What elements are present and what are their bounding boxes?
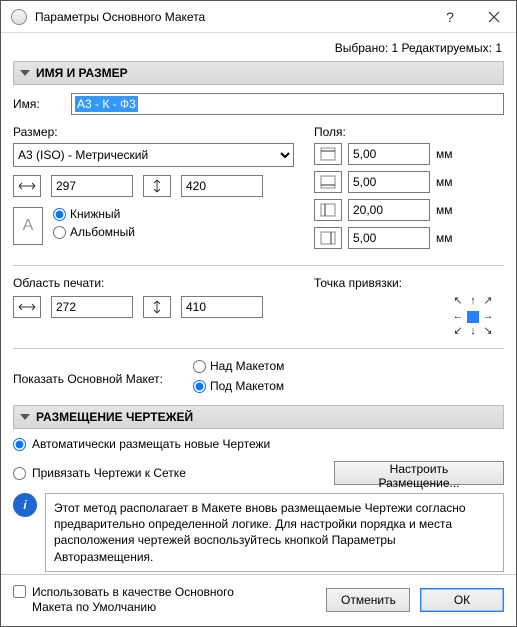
- app-icon: [11, 9, 27, 25]
- print-width-icon: [13, 296, 41, 318]
- print-height-input[interactable]: [181, 296, 263, 318]
- name-input[interactable]: А3 - К - Ф3: [71, 93, 504, 115]
- chevron-down-icon: [20, 70, 30, 76]
- close-icon: [484, 9, 504, 25]
- name-row: Имя: А3 - К - Ф3: [13, 93, 504, 115]
- page-orientation-icon: A: [13, 207, 43, 245]
- show-master-options: Над Макетом Под Макетом: [193, 359, 284, 399]
- selection-info: Выбрано: 1 Редактируемых: 1: [13, 39, 504, 61]
- print-width-input[interactable]: [51, 296, 133, 318]
- auto-place-row[interactable]: Автоматически размещать новые Чертежи: [13, 437, 504, 451]
- dialog-window: Параметры Основного Макета ? Выбрано: 1 …: [0, 0, 517, 627]
- width-icon: [13, 175, 41, 197]
- size-preset-select[interactable]: A3 (ISO) - Метрический: [13, 143, 294, 167]
- snap-row: Привязать Чертежи к Сетке Настроить Разм…: [13, 461, 504, 485]
- cancel-button[interactable]: Отменить: [326, 588, 410, 612]
- orientation-block: A Книжный Альбомный: [13, 207, 294, 245]
- section-title-name-size: ИМЯ И РАЗМЕР: [36, 66, 128, 80]
- configure-placement-button[interactable]: Настроить Размещение...: [334, 461, 504, 485]
- use-as-default-option[interactable]: Использовать в качестве Основного Макета…: [13, 585, 253, 616]
- help-button[interactable]: ?: [428, 1, 472, 33]
- dialog-footer: Использовать в качестве Основного Макета…: [1, 574, 516, 626]
- info-text: Этот метод располагает в Макете вновь ра…: [45, 493, 504, 572]
- margin-bottom-icon: [314, 171, 342, 193]
- margin-top-row: мм: [314, 143, 504, 165]
- margin-bottom-row: мм: [314, 171, 504, 193]
- margin-left-input[interactable]: [348, 199, 430, 221]
- divider: [13, 348, 504, 349]
- unit-mm: мм: [436, 231, 460, 245]
- dimension-row: [13, 175, 294, 197]
- close-button[interactable]: [472, 1, 516, 33]
- orientation-options: Книжный Альбомный: [53, 207, 135, 243]
- section-header-name-size[interactable]: ИМЯ И РАЗМЕР: [13, 61, 504, 85]
- margin-left-icon: [314, 199, 342, 221]
- height-icon: [143, 175, 171, 197]
- name-label: Имя:: [13, 97, 63, 111]
- divider: [13, 265, 504, 266]
- margin-top-input[interactable]: [348, 143, 430, 165]
- anchor-label: Точка привязки:: [314, 276, 504, 290]
- orientation-landscape[interactable]: Альбомный: [53, 225, 135, 239]
- section-header-placement[interactable]: РАЗМЕЩЕНИЕ ЧЕРТЕЖЕЙ: [13, 405, 504, 429]
- margins-label: Поля:: [314, 125, 504, 139]
- ok-button[interactable]: ОК: [420, 588, 504, 612]
- anchor-point-grid[interactable]: ↖↑↗ ←→ ↙↓↘: [452, 296, 494, 338]
- size-column: Размер: A3 (ISO) - Метрический A: [13, 125, 294, 255]
- margin-right-row: мм: [314, 227, 504, 249]
- portrait-radio[interactable]: [53, 208, 66, 221]
- size-margins-columns: Размер: A3 (ISO) - Метрический A: [13, 125, 504, 255]
- above-radio[interactable]: [193, 360, 206, 373]
- unit-mm: мм: [436, 175, 460, 189]
- show-master-label: Показать Основной Макет:: [13, 372, 163, 386]
- unit-mm: мм: [436, 203, 460, 217]
- print-area-label: Область печати:: [13, 276, 294, 290]
- snap-grid-option[interactable]: Привязать Чертежи к Сетке: [13, 466, 186, 480]
- margin-left-row: мм: [314, 199, 504, 221]
- auto-place-radio[interactable]: [13, 438, 26, 451]
- below-radio[interactable]: [193, 380, 206, 393]
- width-input[interactable]: [51, 175, 133, 197]
- info-icon: i: [13, 493, 37, 517]
- placement-block: Автоматически размещать новые Чертежи Пр…: [13, 437, 504, 572]
- content-area: Выбрано: 1 Редактируемых: 1 ИМЯ И РАЗМЕР…: [1, 33, 516, 574]
- orientation-portrait[interactable]: Книжный: [53, 207, 135, 221]
- margin-right-input[interactable]: [348, 227, 430, 249]
- show-master-row: Показать Основной Макет: Над Макетом Под…: [13, 359, 504, 399]
- use-as-default-checkbox[interactable]: [13, 585, 26, 598]
- margin-right-icon: [314, 227, 342, 249]
- height-input[interactable]: [181, 175, 263, 197]
- window-title: Параметры Основного Макета: [35, 10, 428, 24]
- margins-column: Поля: мм мм: [314, 125, 504, 255]
- info-box: i Этот метод располагает в Макете вновь …: [13, 493, 504, 572]
- landscape-radio[interactable]: [53, 226, 66, 239]
- chevron-down-icon: [20, 414, 30, 420]
- section-title-placement: РАЗМЕЩЕНИЕ ЧЕРТЕЖЕЙ: [36, 410, 193, 424]
- margin-bottom-input[interactable]: [348, 171, 430, 193]
- show-below-option[interactable]: Под Макетом: [193, 379, 284, 393]
- snap-grid-radio[interactable]: [13, 467, 26, 480]
- margin-top-icon: [314, 143, 342, 165]
- print-height-icon: [143, 296, 171, 318]
- print-area-row: Область печати: Точка привязки: ↖↑↗: [13, 276, 504, 338]
- size-label: Размер:: [13, 125, 294, 139]
- show-above-option[interactable]: Над Макетом: [193, 359, 284, 373]
- name-value: А3 - К - Ф3: [75, 96, 138, 112]
- unit-mm: мм: [436, 147, 460, 161]
- titlebar: Параметры Основного Макета ?: [1, 1, 516, 33]
